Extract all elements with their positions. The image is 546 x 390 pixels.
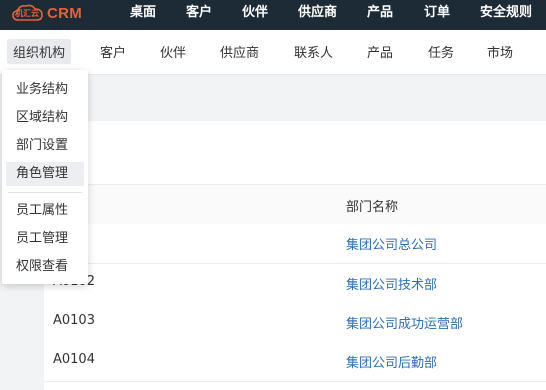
table-row: A0103 集团公司成功运营部	[44, 303, 546, 343]
menu-item-employee-management[interactable]: 员工管理	[6, 227, 84, 251]
top-nav-product[interactable]: 产品	[367, 0, 393, 26]
sub-nav-organization[interactable]: 组织机构	[7, 39, 72, 64]
table-row: 集团公司总公司	[44, 224, 546, 264]
top-nav-order[interactable]: 订单	[424, 0, 450, 26]
sub-nav-task[interactable]: 任务	[428, 42, 454, 61]
top-bar: 机汇云 CRM 桌面 客户 伙伴 供应商 产品 订单 安全规则	[0, 0, 546, 30]
row-dept-link[interactable]: 集团公司后勤部	[346, 352, 437, 371]
row-dept-link[interactable]: 集团公司成功运营部	[346, 313, 463, 332]
row-code: A0104	[53, 352, 95, 367]
menu-item-permission-view[interactable]: 权限查看	[6, 255, 84, 279]
sub-nav-market[interactable]: 市场	[487, 42, 513, 61]
menu-item-department-settings[interactable]: 部门设置	[6, 134, 84, 158]
menu-item-business-structure[interactable]: 业务结构	[6, 78, 84, 102]
cloud-icon: 机汇云	[12, 3, 44, 23]
menu-item-employee-attributes[interactable]: 员工属性	[6, 199, 84, 223]
row-dept-link[interactable]: 集团公司总公司	[346, 234, 437, 253]
sub-nav-partner[interactable]: 伙伴	[160, 42, 186, 61]
brand-name: CRM	[47, 4, 83, 22]
brand-badge: 机汇云	[15, 9, 39, 18]
row-dept-link[interactable]: 集团公司技术部	[346, 274, 437, 293]
sub-nav-contact[interactable]: 联系人	[294, 42, 333, 61]
menu-item-role-management[interactable]: 角色管理	[6, 162, 84, 186]
organization-dropdown-menu: 业务结构 区域结构 部门设置 角色管理 员工属性 员工管理 权限查看	[2, 70, 88, 284]
top-nav-desktop[interactable]: 桌面	[130, 0, 156, 26]
menu-item-region-structure[interactable]: 区域结构	[6, 106, 84, 130]
table-row: A0102 集团公司技术部	[44, 264, 546, 304]
header-dept-name: 部门名称	[346, 200, 399, 215]
sub-nav: 组织机构 客户 伙伴 供应商 联系人 产品 任务 市场	[0, 30, 546, 75]
menu-divider	[8, 192, 82, 193]
top-nav-security-rules[interactable]: 安全规则	[480, 0, 532, 26]
sub-nav-customer[interactable]: 客户	[100, 42, 126, 61]
top-nav-supplier[interactable]: 供应商	[298, 0, 337, 26]
sub-nav-supplier[interactable]: 供应商	[220, 42, 259, 61]
top-nav-customer[interactable]: 客户	[186, 0, 212, 26]
table-row: A0104 集团公司后勤部	[44, 342, 546, 382]
row-code: A0103	[53, 313, 95, 328]
sub-nav-product[interactable]: 产品	[367, 42, 393, 61]
table-header: 编码 部门名称	[44, 184, 546, 226]
brand-logo[interactable]: 机汇云 CRM	[12, 3, 82, 23]
top-nav-partner[interactable]: 伙伴	[242, 0, 268, 26]
